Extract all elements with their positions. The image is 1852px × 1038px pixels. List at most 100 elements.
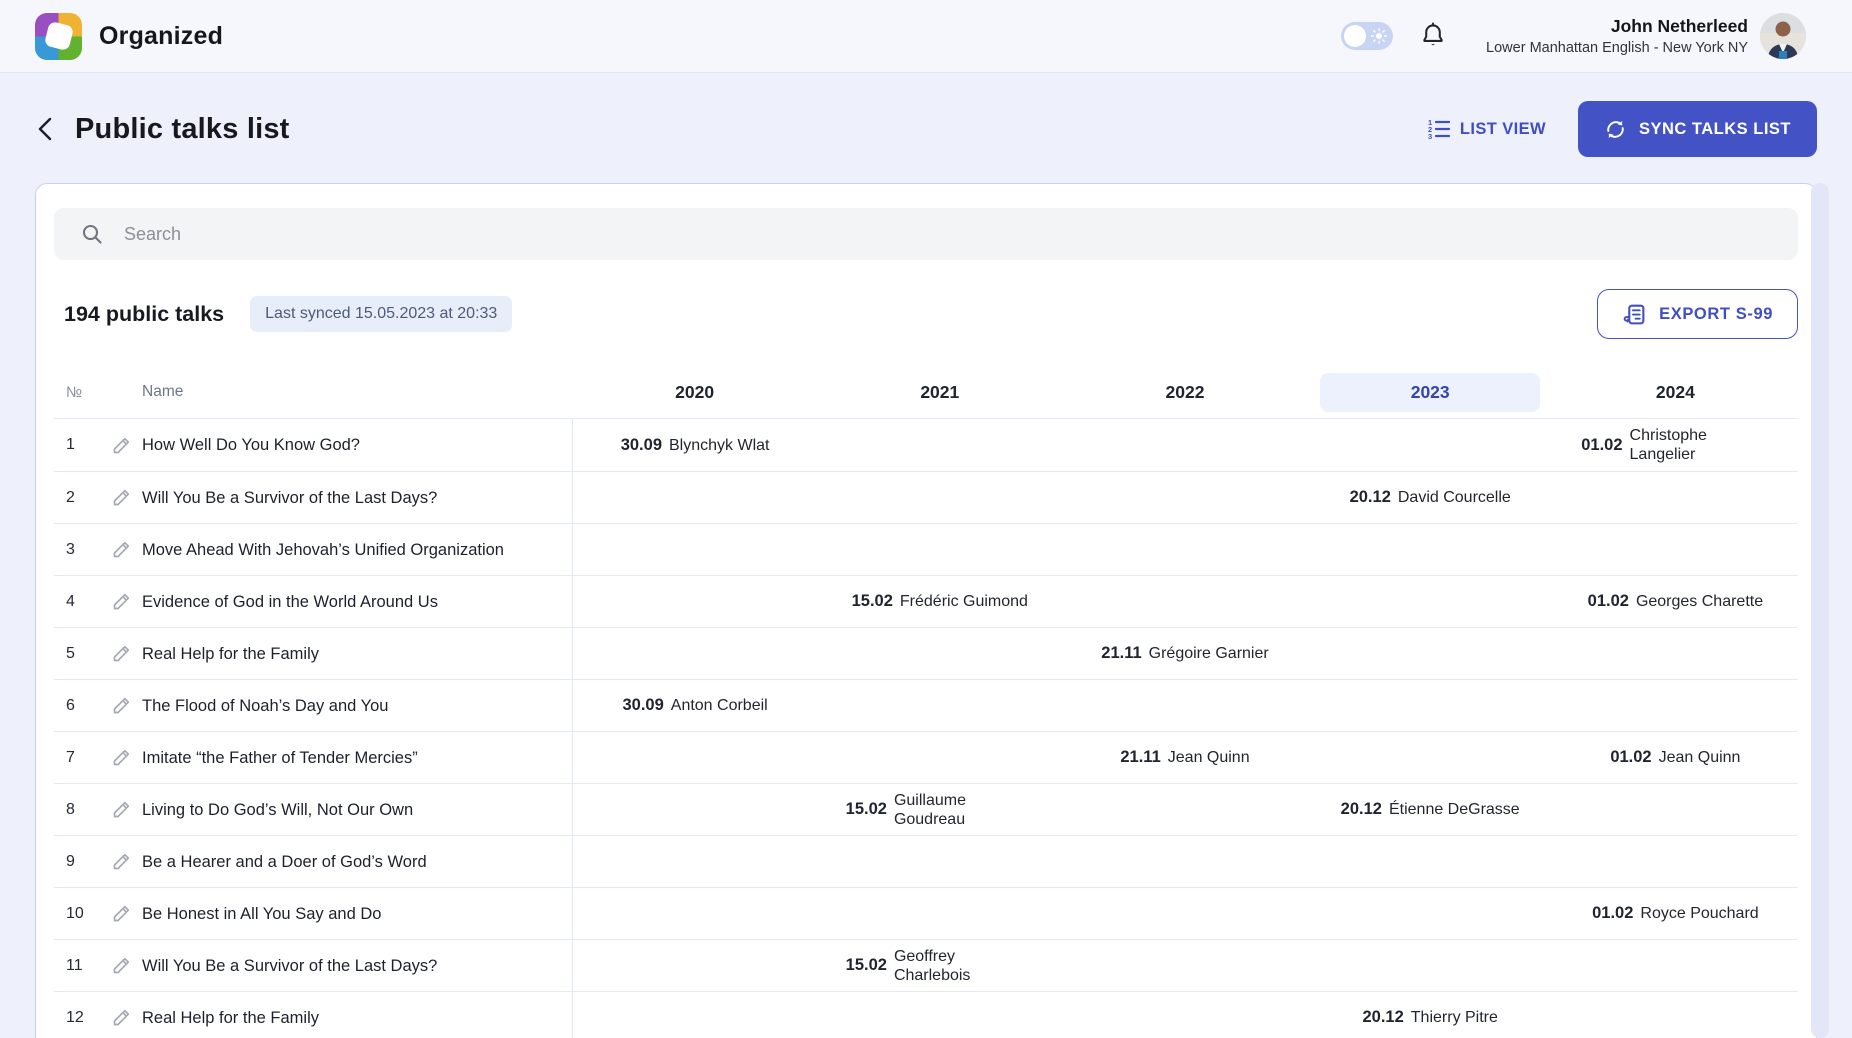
talk-cell-2023 bbox=[1308, 419, 1553, 471]
talk-cell-2021 bbox=[817, 992, 1062, 1038]
search-icon bbox=[80, 222, 104, 246]
table-row: 5 Real Help for the Family21.11Grégoire … bbox=[54, 627, 1798, 679]
table-header-row: № Name 20202021202220232024 bbox=[54, 366, 1798, 419]
edit-talk-button[interactable] bbox=[100, 732, 142, 783]
table-row: 12 Real Help for the Family20.12Thierry … bbox=[54, 991, 1798, 1038]
back-button[interactable] bbox=[35, 111, 65, 147]
talk-cell-2020 bbox=[572, 576, 817, 627]
year-tab-2020[interactable]: 2020 bbox=[675, 382, 714, 403]
talk-cell-2022: 21.11Jean Quinn bbox=[1062, 732, 1307, 783]
name-column-header: Name bbox=[142, 383, 572, 401]
talk-cell-2020 bbox=[572, 784, 817, 835]
edit-talk-button[interactable] bbox=[100, 472, 142, 523]
speaker-name: Guillaume Goudreau bbox=[894, 791, 1034, 829]
talk-cell-2023 bbox=[1308, 888, 1553, 939]
edit-talk-button[interactable] bbox=[100, 784, 142, 835]
pencil-icon bbox=[111, 435, 132, 456]
edit-talk-button[interactable] bbox=[100, 992, 142, 1038]
avatar-photo bbox=[1760, 13, 1806, 59]
talk-cell-2021 bbox=[817, 524, 1062, 575]
edit-talk-button[interactable] bbox=[100, 524, 142, 575]
theme-toggle[interactable] bbox=[1341, 22, 1393, 50]
sync-talks-button[interactable]: SYNC TALKS LIST bbox=[1578, 101, 1817, 157]
edit-talk-button[interactable] bbox=[100, 836, 142, 887]
talk-name: Living to Do God’s Will, Not Our Own bbox=[142, 800, 542, 820]
speaker-name: Royce Pouchard bbox=[1640, 904, 1758, 923]
talk-date: 20.12 bbox=[1350, 488, 1391, 507]
edit-talk-button[interactable] bbox=[100, 680, 142, 731]
pencil-icon bbox=[111, 851, 132, 872]
table-row: 3 Move Ahead With Jehovah’s Unified Orga… bbox=[54, 523, 1798, 575]
search-input[interactable] bbox=[124, 224, 1778, 245]
speaker-name: Thierry Pitre bbox=[1411, 1008, 1498, 1027]
list-view-button[interactable]: 123 LIST VIEW bbox=[1427, 117, 1546, 141]
talk-date: 01.02 bbox=[1610, 748, 1651, 767]
talk-date: 15.02 bbox=[846, 956, 887, 975]
talk-date: 01.02 bbox=[1588, 592, 1629, 611]
talk-cell-2024: 01.02 Christophe Langelier bbox=[1553, 419, 1798, 471]
year-tab-2023[interactable]: 2023 bbox=[1320, 373, 1540, 412]
year-tab-2021[interactable]: 2021 bbox=[920, 382, 959, 403]
talk-name: Imitate “the Father of Tender Mercies” bbox=[142, 748, 542, 768]
talk-number: 7 bbox=[54, 749, 100, 767]
edit-talk-button[interactable] bbox=[100, 419, 142, 471]
speaker-name: Jean Quinn bbox=[1168, 748, 1250, 767]
vertical-scrollbar[interactable] bbox=[1811, 183, 1829, 1038]
talk-cell-2022: 21.11Grégoire Garnier bbox=[1062, 628, 1307, 679]
talk-cell-2024 bbox=[1553, 836, 1798, 887]
talk-cell-2024 bbox=[1553, 524, 1798, 575]
talk-cell-2020 bbox=[572, 940, 817, 991]
talk-cell-2022 bbox=[1062, 940, 1307, 991]
pencil-icon bbox=[111, 643, 132, 664]
notifications-button[interactable] bbox=[1420, 22, 1446, 50]
talk-date: 30.09 bbox=[621, 436, 662, 455]
user-name: John Netherleed bbox=[1486, 16, 1748, 37]
talk-date: 01.02 bbox=[1581, 436, 1622, 455]
talk-cell-2020 bbox=[572, 472, 817, 523]
page-title: Public talks list bbox=[75, 113, 290, 146]
table-row: 8 Living to Do God’s Will, Not Our Own15… bbox=[54, 783, 1798, 835]
talk-cell-2023 bbox=[1308, 524, 1553, 575]
table-row: 1 How Well Do You Know God?30.09Blynchyk… bbox=[54, 419, 1798, 471]
pencil-icon bbox=[111, 1007, 132, 1028]
talk-cell-2024: 01.02Jean Quinn bbox=[1553, 732, 1798, 783]
talk-cell-2021 bbox=[817, 419, 1062, 471]
year-tab-2022[interactable]: 2022 bbox=[1166, 382, 1205, 403]
export-s99-label: EXPORT S-99 bbox=[1659, 305, 1773, 324]
app-name: Organized bbox=[99, 22, 223, 51]
numbered-list-icon: 123 bbox=[1427, 117, 1451, 141]
talks-count: 194 public talks bbox=[64, 302, 224, 327]
list-view-label: LIST VIEW bbox=[1460, 120, 1546, 139]
export-s99-button[interactable]: EXPORT S-99 bbox=[1597, 289, 1798, 339]
sync-talks-label: SYNC TALKS LIST bbox=[1639, 120, 1791, 139]
talk-number: 3 bbox=[54, 541, 100, 559]
talk-number: 10 bbox=[54, 905, 100, 923]
edit-talk-button[interactable] bbox=[100, 940, 142, 991]
talks-table: № Name 20202021202220232024 1 How Well D… bbox=[54, 366, 1798, 1038]
talk-name: Real Help for the Family bbox=[142, 1008, 542, 1028]
talk-date: 20.12 bbox=[1341, 800, 1382, 819]
talk-date: 20.12 bbox=[1362, 1008, 1403, 1027]
talk-cell-2021 bbox=[817, 680, 1062, 731]
edit-talk-button[interactable] bbox=[100, 628, 142, 679]
speaker-name: Christophe Langelier bbox=[1630, 426, 1770, 464]
talk-cell-2024: 01.02Royce Pouchard bbox=[1553, 888, 1798, 939]
talk-cell-2023 bbox=[1308, 628, 1553, 679]
talk-name: Real Help for the Family bbox=[142, 644, 542, 664]
talk-name: Move Ahead With Jehovah’s Unified Organi… bbox=[142, 540, 542, 560]
talk-cell-2020 bbox=[572, 888, 817, 939]
pencil-icon bbox=[111, 591, 132, 612]
talk-cell-2022 bbox=[1062, 888, 1307, 939]
talk-cell-2022 bbox=[1062, 524, 1307, 575]
talk-date: 30.09 bbox=[622, 696, 663, 715]
avatar[interactable] bbox=[1760, 13, 1806, 59]
chevron-left-icon bbox=[35, 116, 57, 142]
talk-cell-2024: 01.02Georges Charette bbox=[1553, 576, 1798, 627]
edit-talk-button[interactable] bbox=[100, 576, 142, 627]
table-row: 11 Will You Be a Survivor of the Last Da… bbox=[54, 939, 1798, 991]
talk-cell-2020: 30.09Anton Corbeil bbox=[572, 680, 817, 731]
table-row: 2 Will You Be a Survivor of the Last Day… bbox=[54, 471, 1798, 523]
talk-name: Be Honest in All You Say and Do bbox=[142, 904, 542, 924]
edit-talk-button[interactable] bbox=[100, 888, 142, 939]
year-tab-2024[interactable]: 2024 bbox=[1656, 382, 1695, 403]
